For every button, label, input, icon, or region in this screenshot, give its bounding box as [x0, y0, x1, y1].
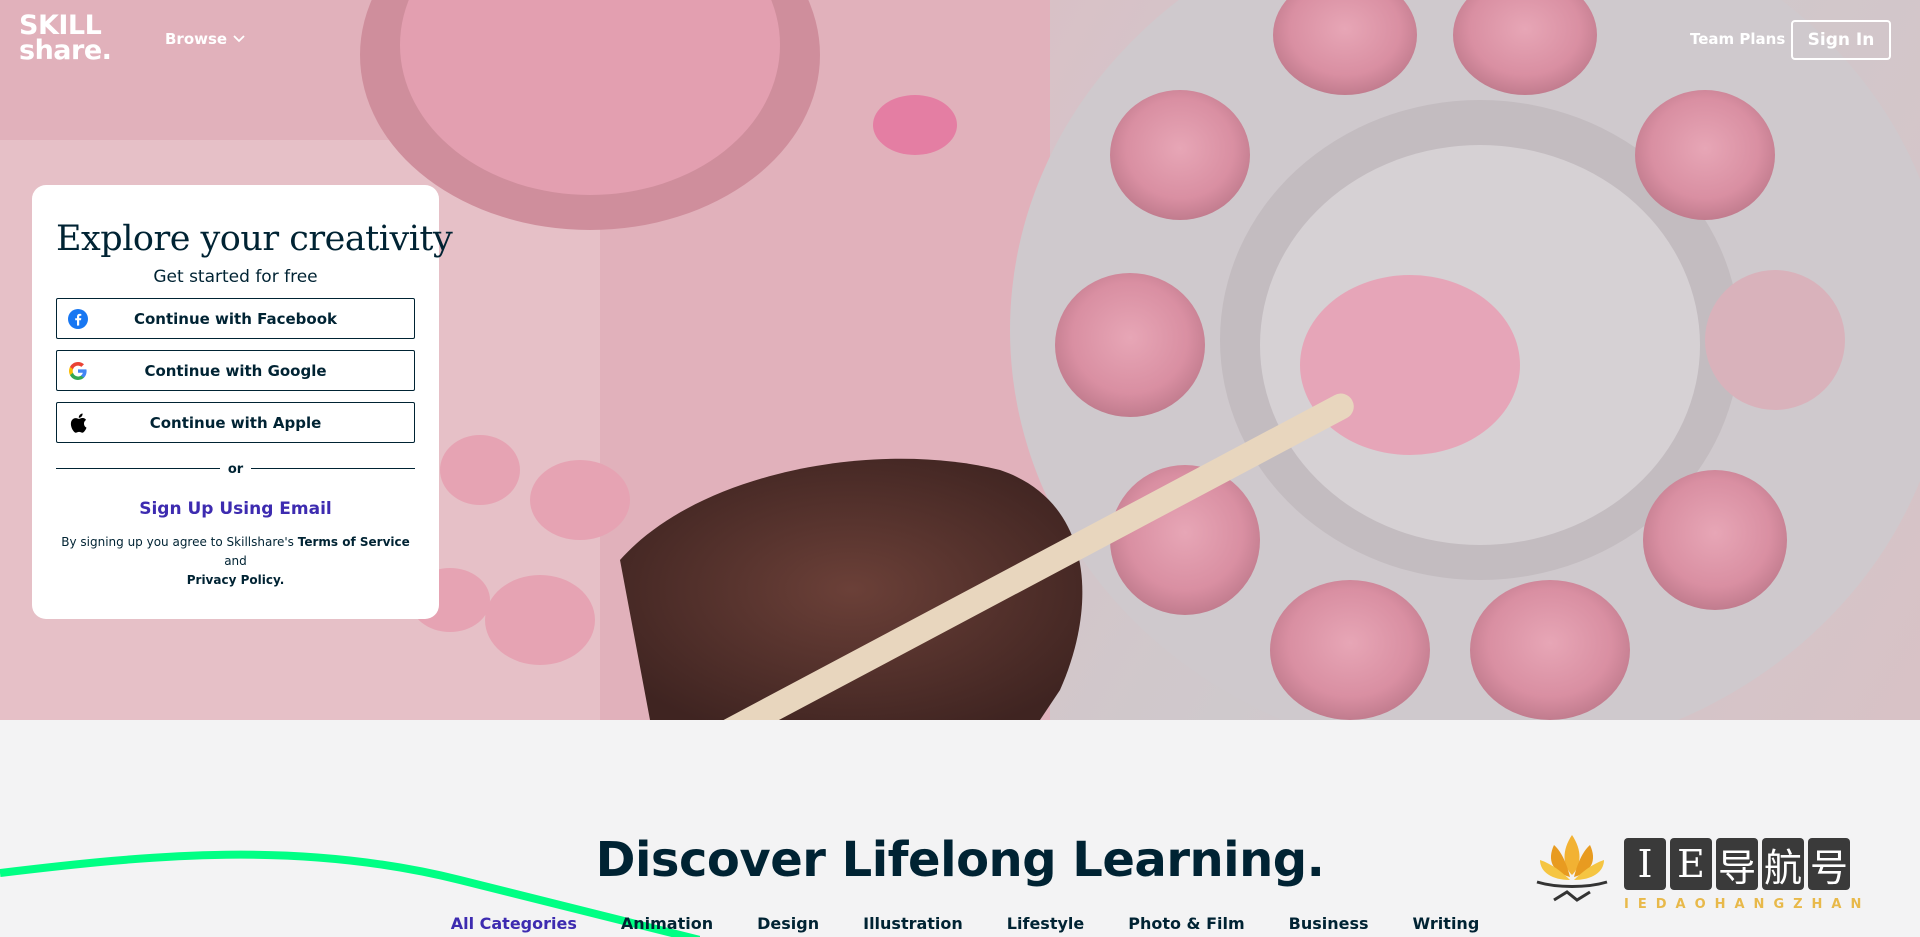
- lotus-logo-icon: [1536, 835, 1608, 902]
- team-plans-link[interactable]: Team Plans: [1690, 30, 1785, 48]
- google-label: Continue with Google: [144, 361, 327, 380]
- facebook-icon: [68, 309, 88, 329]
- terms-and: and: [224, 554, 247, 568]
- tab-animation[interactable]: Animation: [621, 914, 713, 933]
- google-icon: [68, 361, 88, 381]
- watermark-char: I: [1624, 838, 1666, 890]
- divider-label: or: [219, 461, 252, 477]
- facebook-label: Continue with Facebook: [133, 309, 337, 328]
- tab-design[interactable]: Design: [757, 914, 819, 933]
- tab-photo-film[interactable]: Photo & Film: [1128, 914, 1244, 933]
- browse-label: Browse: [165, 30, 228, 48]
- or-divider: or: [56, 459, 415, 479]
- tab-illustration[interactable]: Illustration: [863, 914, 963, 933]
- site-watermark: I E 导 航 号 IEDAOHANGZHAN: [1532, 830, 1897, 915]
- sign-up-email-link[interactable]: Sign Up Using Email: [56, 499, 415, 519]
- tab-lifestyle[interactable]: Lifestyle: [1007, 914, 1084, 933]
- terms-prefix: By signing up you agree to Skillshare's: [61, 535, 298, 549]
- tab-business[interactable]: Business: [1289, 914, 1369, 933]
- category-tabs: All Categories Animation Design Illustra…: [0, 914, 1920, 933]
- continue-with-google-button[interactable]: Continue with Google: [56, 350, 415, 391]
- card-title: Explore your creativity: [56, 219, 453, 259]
- terms-notice: By signing up you agree to Skillshare's …: [56, 533, 415, 590]
- browse-menu[interactable]: Browse: [165, 30, 245, 48]
- continue-with-apple-button[interactable]: Continue with Apple: [56, 402, 415, 443]
- sign-in-button[interactable]: Sign In: [1791, 20, 1891, 60]
- hero-background: SKILL share. Browse Team Plans Sign In E…: [0, 0, 1920, 720]
- top-navigation: SKILL share. Browse Team Plans Sign In: [0, 0, 1920, 80]
- watermark-char: 号: [1808, 838, 1850, 890]
- watermark-text: I E 导 航 号: [1624, 838, 1850, 890]
- watermark-char: 导: [1716, 838, 1758, 890]
- apple-icon: [68, 413, 88, 433]
- continue-with-facebook-button[interactable]: Continue with Facebook: [56, 298, 415, 339]
- watermark-char: E: [1670, 838, 1712, 890]
- signup-card: Explore your creativity Get started for …: [32, 185, 453, 619]
- tab-writing[interactable]: Writing: [1413, 914, 1480, 933]
- terms-of-service-link[interactable]: Terms of Service: [298, 535, 410, 549]
- apple-label: Continue with Apple: [149, 413, 322, 432]
- skillshare-logo[interactable]: SKILL share.: [19, 12, 112, 66]
- watermark-char: 航: [1762, 838, 1804, 890]
- logo-line-2: share.: [19, 35, 112, 66]
- card-subtitle: Get started for free: [153, 267, 318, 287]
- watermark-subtext: IEDAOHANGZHAN: [1624, 897, 1871, 912]
- privacy-policy-link[interactable]: Privacy Policy.: [187, 573, 285, 587]
- tab-all-categories[interactable]: All Categories: [451, 914, 577, 933]
- chevron-down-icon: [233, 35, 245, 43]
